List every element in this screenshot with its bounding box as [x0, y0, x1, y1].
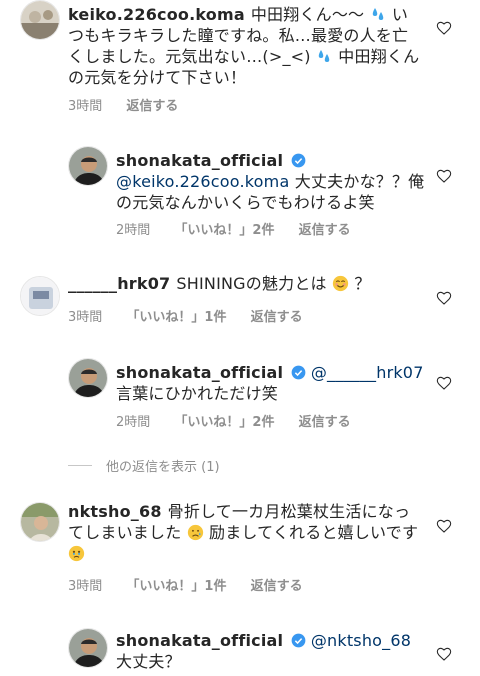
heart-icon[interactable] [436, 518, 452, 534]
heart-icon[interactable] [436, 20, 452, 36]
avatar[interactable] [68, 358, 108, 398]
mention-link[interactable]: @______hrk07 [311, 363, 424, 382]
comment-text: ？ [354, 274, 371, 293]
comment-text: 中田翔くん〜〜 [250, 5, 365, 24]
reply-username[interactable]: shonakata_official [116, 631, 283, 650]
verified-badge-icon [291, 633, 305, 648]
mention-link[interactable]: @keiko.226coo.koma [116, 172, 289, 191]
sad-face-icon [187, 524, 203, 541]
reply-button[interactable]: 返信する [126, 99, 178, 114]
avatar[interactable] [20, 502, 60, 542]
comment-username[interactable]: nktsho_68 [68, 502, 162, 521]
reply-text: 言葉にひかれただけ笑 [116, 384, 279, 403]
sweat-droplets-icon [372, 8, 383, 20]
mention-link[interactable]: @nktsho_68 [311, 631, 411, 650]
comment-time: 3時間 [68, 310, 103, 325]
heart-icon[interactable] [436, 375, 452, 391]
likes-count[interactable]: 「いいね！」2件 [174, 223, 274, 238]
verified-badge-icon [291, 153, 305, 168]
view-more-replies-label: 他の返信を表示 (1) [106, 460, 220, 475]
heart-icon[interactable] [436, 290, 452, 306]
view-more-replies-button[interactable]: 他の返信を表示 (1) [68, 456, 220, 475]
reply-time: 2時間 [116, 223, 151, 238]
reply-time: 2時間 [116, 415, 151, 430]
reply-button[interactable]: 返信する [299, 415, 351, 430]
comment-text: SHININGの魅力とは [176, 274, 327, 293]
comment-username[interactable]: ______hrk07 [68, 274, 170, 293]
reply-text: 大丈夫？ [116, 652, 181, 671]
comment-text: 励ましてくれると嬉しいです [209, 523, 419, 542]
comment-time: 3時間 [68, 579, 103, 594]
sad-face-icon [68, 545, 85, 562]
reply-button[interactable]: 返信する [251, 310, 303, 325]
likes-count[interactable]: 「いいね！」2件 [174, 415, 274, 430]
likes-count[interactable]: 「いいね！」1件 [126, 579, 226, 594]
heart-icon[interactable] [436, 168, 452, 184]
likes-count[interactable]: 「いいね！」1件 [126, 310, 226, 325]
avatar[interactable] [68, 146, 108, 186]
comment-username[interactable]: keiko.226coo.koma [68, 5, 245, 24]
reply-username[interactable]: shonakata_official [116, 151, 283, 170]
verified-badge-icon [291, 365, 305, 380]
reply-username[interactable]: shonakata_official [116, 363, 283, 382]
avatar[interactable] [20, 276, 60, 316]
comment-time: 3時間 [68, 99, 103, 114]
heart-icon[interactable] [436, 646, 452, 662]
smiling-face-icon [332, 275, 349, 292]
reply-button[interactable]: 返信する [299, 223, 351, 238]
avatar[interactable] [20, 0, 60, 40]
reply-button[interactable]: 返信する [251, 579, 303, 594]
divider [68, 465, 92, 466]
sweat-droplets-icon [318, 50, 330, 62]
avatar[interactable] [68, 628, 108, 668]
